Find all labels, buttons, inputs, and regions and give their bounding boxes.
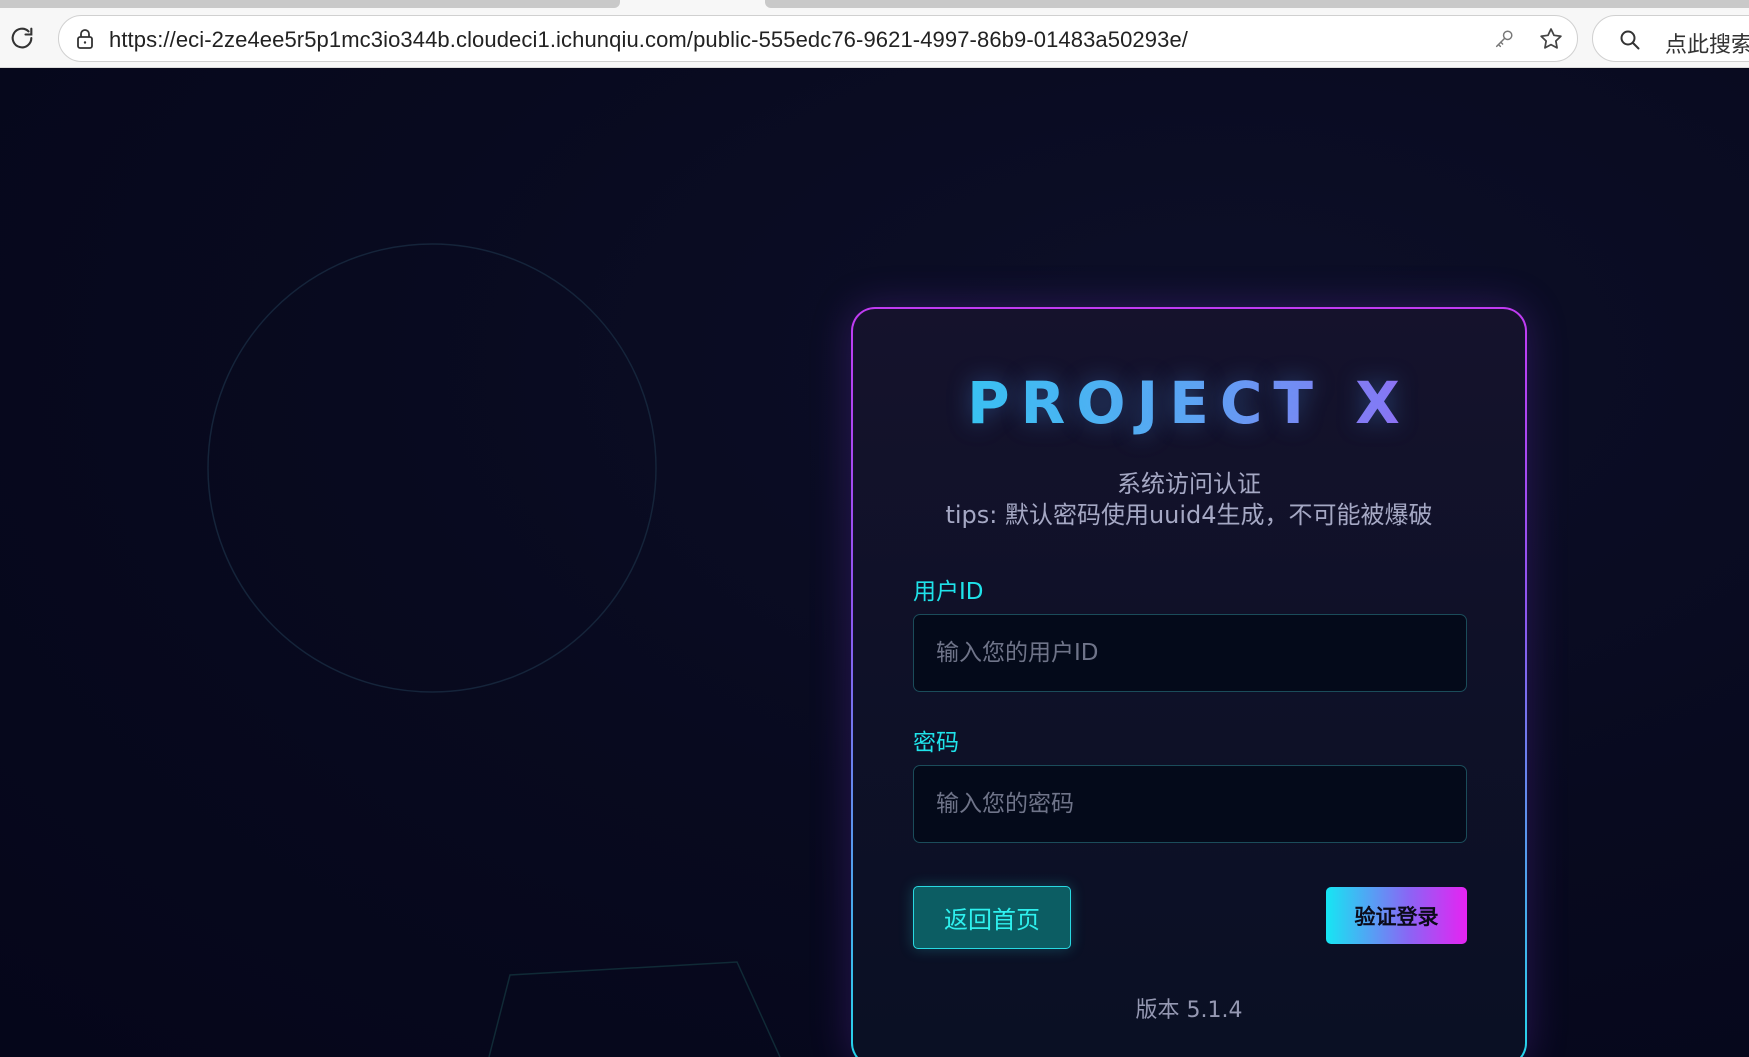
browser-tab-left[interactable] — [0, 0, 620, 8]
key-icon[interactable] — [1491, 26, 1517, 52]
verify-login-button[interactable]: 验证登录 — [1326, 887, 1467, 944]
login-card: PROJECT X 系统访问认证 tips: 默认密码使用uuid4生成，不可能… — [851, 307, 1527, 1057]
decor-circle — [207, 243, 657, 693]
password-label: 密码 — [913, 730, 959, 756]
decor-polygon — [488, 961, 781, 1057]
user-id-label: 用户ID — [913, 579, 984, 605]
reload-button[interactable] — [6, 22, 38, 54]
reload-icon — [11, 27, 33, 49]
url-text[interactable]: https://eci-2ze4ee5r5p1mc3io344b.cloudec… — [109, 27, 1188, 53]
address-bar[interactable]: https://eci-2ze4ee5r5p1mc3io344b.cloudec… — [58, 15, 1578, 62]
browser-toolbar: https://eci-2ze4ee5r5p1mc3io344b.cloudec… — [0, 0, 1749, 68]
card-subtitle: 系统访问认证 tips: 默认密码使用uuid4生成，不可能被爆破 — [853, 469, 1525, 531]
version-text: 版本 5.1.4 — [1135, 998, 1243, 1023]
star-icon[interactable] — [1537, 25, 1565, 53]
page-background: PROJECT X 系统访问认证 tips: 默认密码使用uuid4生成，不可能… — [0, 69, 1749, 1057]
subtitle-auth: 系统访问认证 — [1117, 470, 1261, 498]
browser-search-box[interactable]: 点此搜索 — [1592, 15, 1749, 62]
password-input[interactable] — [913, 765, 1467, 843]
page-title: PROJECT X — [853, 369, 1525, 437]
lock-icon[interactable] — [73, 27, 97, 51]
search-icon[interactable] — [1617, 27, 1643, 53]
user-id-input[interactable] — [913, 614, 1467, 692]
subtitle-tips: tips: 默认密码使用uuid4生成，不可能被爆破 — [945, 501, 1433, 529]
back-home-button[interactable]: 返回首页 — [913, 886, 1071, 949]
search-placeholder[interactable]: 点此搜索 — [1665, 27, 1749, 59]
browser-tab-right[interactable] — [765, 0, 1749, 8]
login-card-body: PROJECT X 系统访问认证 tips: 默认密码使用uuid4生成，不可能… — [853, 309, 1525, 1057]
